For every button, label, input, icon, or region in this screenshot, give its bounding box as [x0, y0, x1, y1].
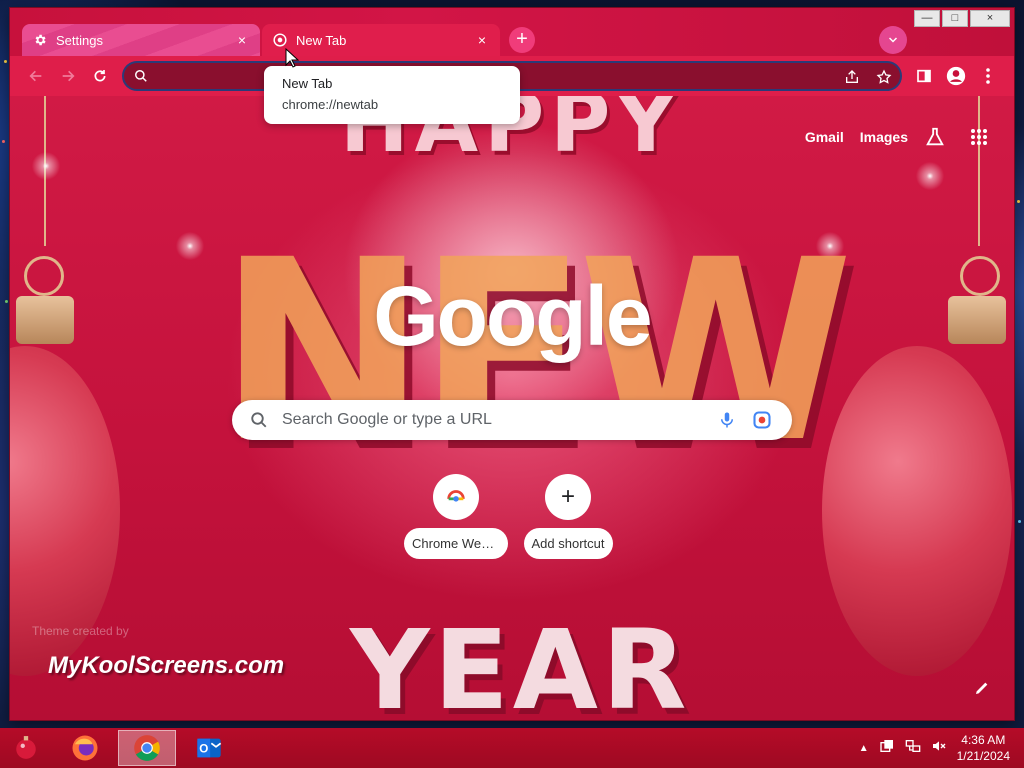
chrome-favicon-icon [272, 32, 288, 48]
sparkle [170, 226, 210, 266]
system-tray: ▲ 4:36 AM 1/21/2024 [859, 728, 1010, 768]
gmail-link[interactable]: Gmail [805, 129, 844, 145]
shortcut-label: Add shortcut [523, 528, 613, 559]
desktop-speck [5, 300, 8, 303]
tab-close-button[interactable]: × [234, 32, 250, 48]
labs-flask-icon[interactable] [924, 126, 946, 148]
ornament-start-icon [16, 736, 36, 759]
search-icon [250, 411, 268, 434]
reload-icon [94, 70, 106, 82]
right-ornament [822, 346, 1012, 676]
taskbar-firefox[interactable] [56, 730, 114, 766]
ornament-string [978, 96, 980, 246]
desktop-speck [2, 140, 5, 143]
volume-muted-icon[interactable] [931, 738, 947, 759]
customize-pencil-icon[interactable] [974, 680, 994, 700]
tablet-mode-icon[interactable] [879, 738, 895, 759]
minimize-button[interactable]: — [914, 10, 940, 27]
start-button[interactable] [0, 730, 52, 766]
network-icon[interactable] [905, 738, 921, 759]
watermark-text: MyKoolScreens.com [48, 652, 285, 679]
shortcut-label: Chrome Web ... [404, 528, 508, 559]
voice-search-mic-icon[interactable] [718, 410, 736, 435]
reload-button[interactable] [86, 62, 114, 90]
google-lens-camera-icon[interactable] [752, 410, 772, 435]
chevron-down-icon [888, 37, 898, 43]
clock-time: 4:36 AM [961, 733, 1006, 747]
tab-settings[interactable]: Settings × [22, 24, 260, 56]
close-window-button[interactable]: × [970, 10, 1010, 27]
bookmark-star-icon[interactable] [876, 69, 892, 90]
ntp-top-links: Gmail Images [805, 126, 988, 148]
hover-card-title: New Tab [282, 76, 333, 91]
apps-grid-icon[interactable] [970, 128, 988, 146]
chrome-web-store-icon [433, 474, 479, 520]
maximize-button[interactable]: □ [942, 10, 968, 27]
desktop-speck [1018, 520, 1021, 523]
hover-card-url: chrome://newtab [282, 97, 379, 112]
ntp-search-input[interactable] [282, 410, 702, 430]
art-text-year: YEAR [350, 606, 691, 720]
gear-icon [32, 32, 48, 48]
tab-title: New Tab [296, 32, 347, 48]
browser-window: Settings × New Tab × + — □ × HAPPY NEW Y… [10, 8, 1014, 720]
forward-button[interactable] [54, 62, 82, 90]
taskbar-outlook[interactable]: O [180, 730, 238, 766]
arrow-left-icon [29, 70, 42, 82]
back-button[interactable] [22, 62, 50, 90]
new-tab-page: HAPPY NEW YEAR Gmail Images Google Searc… [10, 96, 1014, 720]
chrome-icon [134, 735, 160, 761]
sparkle [910, 156, 950, 196]
tab-close-button[interactable]: × [474, 32, 490, 48]
desktop-speck [1017, 200, 1020, 203]
search-icon [134, 69, 148, 88]
mouse-pointer-icon [285, 47, 300, 68]
shortcut-chrome-web-store[interactable]: Chrome Web ... [401, 474, 511, 564]
window-controls: — □ × [912, 10, 1010, 27]
taskbar-clock[interactable]: 4:36 AM 1/21/2024 [957, 732, 1010, 764]
ntp-search-box[interactable] [232, 400, 792, 440]
tab-hover-card: New Tab chrome://newtab [264, 66, 520, 124]
windows-taskbar: O ▲ 4:36 AM 1/21/2024 [0, 728, 1024, 768]
shortcut-add[interactable]: + Add shortcut [513, 474, 623, 564]
google-logo: Google [373, 269, 652, 363]
svg-text:O: O [199, 743, 208, 756]
outlook-icon: O [197, 738, 222, 758]
tray-overflow-arrow-icon[interactable]: ▲ [859, 743, 869, 754]
clock-date: 1/21/2024 [956, 749, 1010, 763]
share-icon[interactable] [844, 69, 860, 90]
firefox-icon [72, 735, 98, 761]
taskbar-chrome[interactable] [118, 730, 176, 766]
tab-search-button[interactable] [879, 26, 907, 54]
more-menu-icon[interactable] [978, 66, 998, 86]
desktop-speck [4, 60, 7, 63]
tab-title: Settings [56, 32, 103, 48]
new-tab-button[interactable]: + [509, 27, 535, 53]
sparkle [26, 146, 66, 186]
profile-avatar-icon[interactable] [946, 66, 966, 86]
theme-credit-text[interactable]: Theme created by [32, 624, 129, 638]
images-link[interactable]: Images [860, 129, 908, 145]
plus-icon: + [545, 474, 591, 520]
side-panel-icon[interactable] [914, 66, 934, 86]
arrow-right-icon [62, 70, 75, 82]
